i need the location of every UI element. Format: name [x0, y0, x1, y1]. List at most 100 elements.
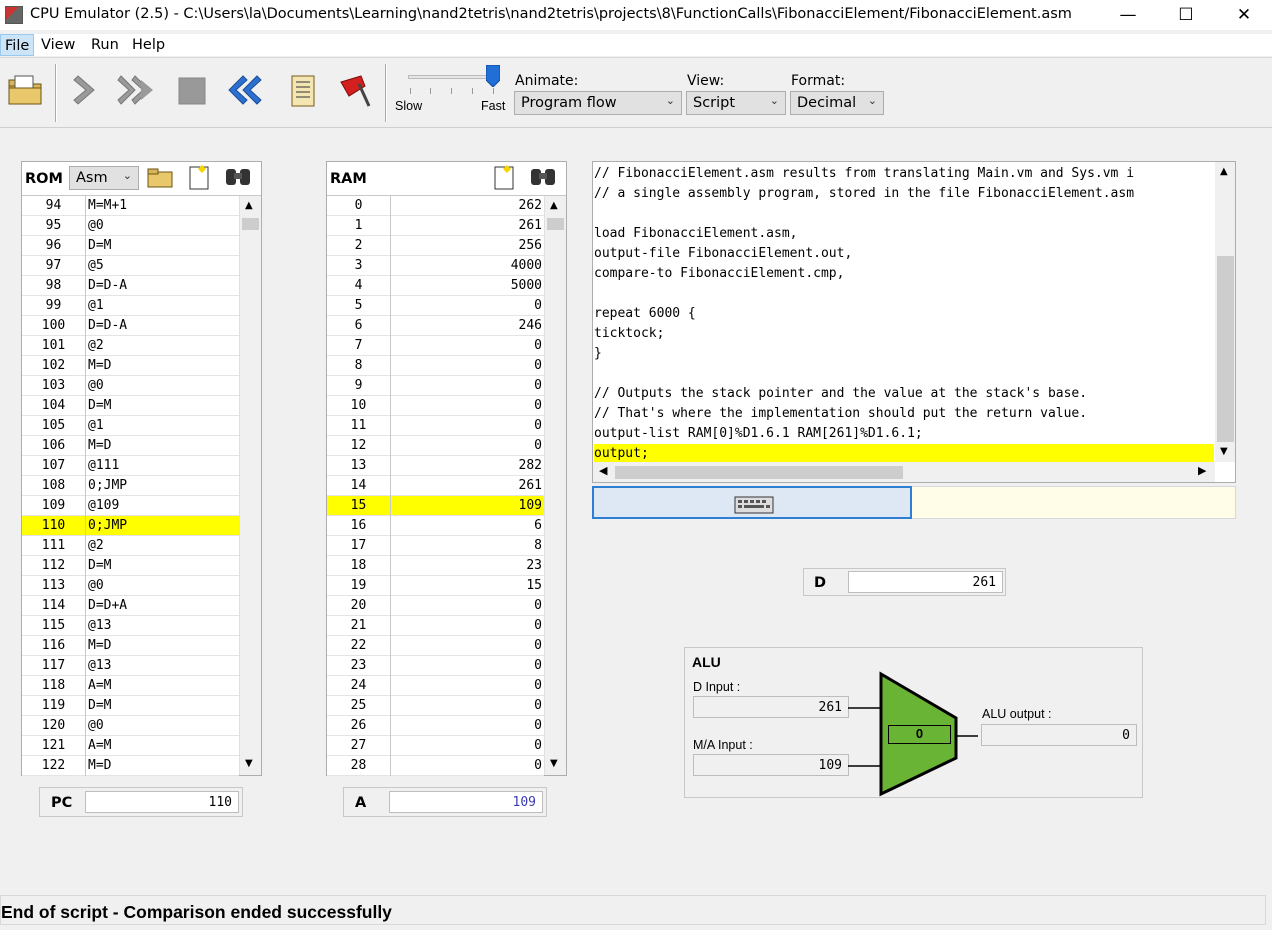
ram-value[interactable]: 0 — [391, 356, 544, 376]
menu-run[interactable]: Run — [91, 37, 119, 53]
scroll-down-icon[interactable]: ▼ — [550, 758, 558, 769]
rom-value[interactable]: M=D — [86, 756, 239, 776]
ram-value[interactable]: 0 — [391, 736, 544, 756]
ram-row[interactable]: 21 0 — [327, 616, 544, 636]
ram-value[interactable]: 0 — [391, 436, 544, 456]
rom-scrollbar[interactable]: ▲ ▼ — [239, 196, 261, 775]
a-value[interactable]: 109 — [389, 791, 543, 813]
ram-table[interactable]: 0 262 1 261 2 256 3 4000 4 5000 5 0 6 246 7 0 8 0 9 0 10 0 11 0… — [327, 196, 544, 776]
rom-value[interactable]: @0 — [86, 716, 239, 736]
minimize-button[interactable]: — — [1099, 0, 1157, 30]
ram-value[interactable]: 0 — [391, 296, 544, 316]
rom-row[interactable]: 96 D=M — [22, 236, 239, 256]
script-hscrollbar[interactable]: ◀ ▶ — [593, 462, 1215, 482]
scroll-down-icon[interactable]: ▼ — [1220, 446, 1228, 457]
animate-select[interactable]: Program flow ⌄ — [514, 91, 682, 115]
ram-row[interactable]: 3 4000 — [327, 256, 544, 276]
rom-value[interactable]: D=M — [86, 396, 239, 416]
rom-row[interactable]: 104 D=M — [22, 396, 239, 416]
ram-row[interactable]: 12 0 — [327, 436, 544, 456]
ram-value[interactable]: 0 — [391, 696, 544, 716]
scroll-up-icon[interactable]: ▲ — [550, 200, 558, 211]
ram-row[interactable]: 28 0 — [327, 756, 544, 776]
ram-row[interactable]: 26 0 — [327, 716, 544, 736]
rom-value[interactable]: @1 — [86, 296, 239, 316]
rom-row[interactable]: 101 @2 — [22, 336, 239, 356]
rom-value[interactable]: D=D-A — [86, 276, 239, 296]
ram-value[interactable]: 256 — [391, 236, 544, 256]
rom-row[interactable]: 117 @13 — [22, 656, 239, 676]
rom-row[interactable]: 113 @0 — [22, 576, 239, 596]
ram-value[interactable]: 15 — [391, 576, 544, 596]
ram-row[interactable]: 24 0 — [327, 676, 544, 696]
ram-row[interactable]: 17 8 — [327, 536, 544, 556]
rom-row[interactable]: 100 D=D-A — [22, 316, 239, 336]
ram-value[interactable]: 282 — [391, 456, 544, 476]
rom-row[interactable]: 98 D=D-A — [22, 276, 239, 296]
ram-value[interactable]: 0 — [391, 396, 544, 416]
ram-value[interactable]: 4000 — [391, 256, 544, 276]
ram-row[interactable]: 11 0 — [327, 416, 544, 436]
rom-value[interactable]: D=M — [86, 556, 239, 576]
rom-row[interactable]: 97 @5 — [22, 256, 239, 276]
ram-value[interactable]: 8 — [391, 536, 544, 556]
ram-scrollbar[interactable]: ▲ ▼ — [544, 196, 566, 775]
rom-value[interactable]: @0 — [86, 216, 239, 236]
rom-row[interactable]: 115 @13 — [22, 616, 239, 636]
ram-value[interactable]: 0 — [391, 596, 544, 616]
new-file-icon[interactable] — [186, 163, 212, 195]
ram-value[interactable]: 261 — [391, 216, 544, 236]
close-button[interactable]: ✕ — [1215, 0, 1272, 30]
rom-row[interactable]: 112 D=M — [22, 556, 239, 576]
rom-value[interactable]: D=D+A — [86, 596, 239, 616]
menu-file[interactable]: File — [0, 34, 35, 56]
ram-row[interactable]: 10 0 — [327, 396, 544, 416]
breakpoints-icon[interactable] — [333, 68, 377, 112]
ram-row[interactable]: 23 0 — [327, 656, 544, 676]
rom-value[interactable]: @1 — [86, 416, 239, 436]
ram-value[interactable]: 0 — [391, 676, 544, 696]
rom-row[interactable]: 106 M=D — [22, 436, 239, 456]
rom-row[interactable]: 99 @1 — [22, 296, 239, 316]
rom-value[interactable]: M=D — [86, 636, 239, 656]
rom-value[interactable]: @0 — [86, 376, 239, 396]
scroll-down-icon[interactable]: ▼ — [245, 758, 253, 769]
ram-value[interactable]: 0 — [391, 656, 544, 676]
rom-value[interactable]: @13 — [86, 656, 239, 676]
script-vscrollbar[interactable]: ▲ ▼ — [1215, 162, 1235, 462]
script-icon[interactable] — [281, 68, 325, 112]
rom-row[interactable]: 109 @109 — [22, 496, 239, 516]
format-select[interactable]: Decimal ⌄ — [790, 91, 884, 115]
rom-row[interactable]: 105 @1 — [22, 416, 239, 436]
rom-value[interactable]: 0;JMP — [86, 476, 239, 496]
rom-value[interactable]: @0 — [86, 576, 239, 596]
ram-row[interactable]: 0 262 — [327, 196, 544, 216]
pc-value[interactable]: 110 — [85, 791, 239, 813]
folder-icon[interactable] — [146, 165, 174, 195]
ram-value[interactable]: 261 — [391, 476, 544, 496]
rom-row[interactable]: 118 A=M — [22, 676, 239, 696]
rom-row[interactable]: 122 M=D — [22, 756, 239, 776]
scroll-up-icon[interactable]: ▲ — [1220, 166, 1228, 177]
rom-row[interactable]: 107 @111 — [22, 456, 239, 476]
script-hscroll-thumb[interactable] — [615, 466, 903, 479]
rom-row[interactable]: 110 0;JMP — [22, 516, 239, 536]
ram-row[interactable]: 25 0 — [327, 696, 544, 716]
ram-value[interactable]: 246 — [391, 316, 544, 336]
find-icon[interactable] — [224, 165, 252, 193]
rom-value[interactable]: @111 — [86, 456, 239, 476]
ram-value[interactable]: 0 — [391, 616, 544, 636]
scroll-left-icon[interactable]: ◀ — [599, 464, 607, 477]
ram-row[interactable]: 6 246 — [327, 316, 544, 336]
rewind-icon[interactable] — [221, 68, 265, 112]
rom-row[interactable]: 114 D=D+A — [22, 596, 239, 616]
ram-value[interactable]: 262 — [391, 196, 544, 216]
rom-scroll-thumb[interactable] — [242, 218, 259, 230]
rom-row[interactable]: 103 @0 — [22, 376, 239, 396]
keyboard-button[interactable] — [592, 486, 912, 519]
ram-value[interactable]: 109 — [391, 496, 544, 516]
ram-row[interactable]: 19 15 — [327, 576, 544, 596]
rom-value[interactable]: @5 — [86, 256, 239, 276]
rom-row[interactable]: 119 D=M — [22, 696, 239, 716]
rom-value[interactable]: M=D — [86, 356, 239, 376]
